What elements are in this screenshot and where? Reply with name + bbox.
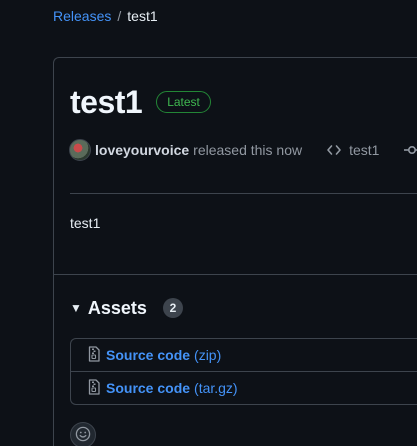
latest-badge: Latest	[156, 91, 211, 113]
release-title[interactable]: test1	[70, 82, 143, 122]
assets-title: Assets	[87, 298, 147, 318]
breadcrumb: Releases / test1	[53, 6, 158, 26]
asset-name: Source code	[106, 347, 191, 363]
asset-ext: (tar.gz)	[194, 380, 238, 396]
breadcrumb-separator: /	[117, 8, 122, 24]
git-commit-icon[interactable]	[404, 142, 417, 158]
asset-item: Source code (tar.gz)	[71, 371, 417, 404]
assets-count-badge: 2	[162, 298, 183, 318]
file-zip-icon	[88, 345, 100, 365]
release-page: Releases / test1 test1 Latest loveyourvo…	[0, 0, 417, 446]
release-notes: test1	[70, 215, 101, 231]
assets-list: Source code (zip) Source code (tar.gz)	[70, 338, 417, 405]
asset-item: Source code (zip)	[71, 339, 417, 371]
caret-down-icon: ▼	[70, 301, 82, 315]
breadcrumb-releases-link[interactable]: Releases	[53, 6, 111, 26]
header-divider	[70, 193, 417, 194]
author-link[interactable]: loveyourvoice	[95, 142, 189, 158]
assets-divider	[54, 274, 417, 275]
avatar[interactable]	[69, 139, 91, 161]
tag-label: test1	[349, 142, 380, 158]
smiley-icon	[75, 426, 91, 445]
release-header: test1 Latest	[70, 82, 211, 122]
source-code-targz-link[interactable]: Source code (tar.gz)	[106, 380, 238, 396]
source-code-zip-link[interactable]: Source code (zip)	[106, 347, 221, 363]
breadcrumb-current: test1	[127, 8, 158, 24]
code-icon	[326, 142, 342, 158]
asset-ext: (zip)	[194, 347, 222, 363]
add-reaction-button[interactable]	[70, 422, 96, 446]
assets-toggle[interactable]: ▼ Assets 2	[70, 296, 183, 320]
release-meta: loveyourvoice released this now test1	[69, 139, 417, 161]
file-zip-icon	[88, 378, 100, 398]
released-text: released this now	[193, 142, 303, 158]
release-card: test1 Latest loveyourvoice released this…	[53, 57, 417, 446]
tag-link[interactable]: test1	[326, 142, 379, 158]
asset-name: Source code	[106, 380, 191, 396]
